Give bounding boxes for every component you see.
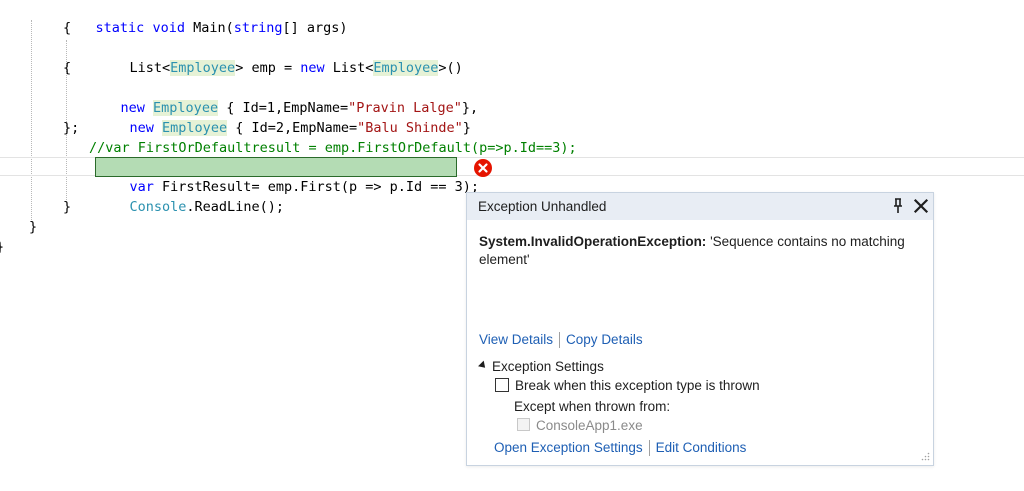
module-label: ConsoleApp1.exe xyxy=(536,418,643,433)
code-token: } xyxy=(29,219,38,235)
code-token: List< xyxy=(324,60,374,76)
code-token: }; xyxy=(63,120,80,136)
open-exception-settings-link[interactable]: Open Exception Settings xyxy=(494,440,643,455)
details-links: View Details Copy Details xyxy=(479,332,643,349)
break-when-thrown-checkbox[interactable] xyxy=(495,378,509,392)
code-token: } xyxy=(63,199,72,215)
code-token: Employee xyxy=(373,60,439,76)
code-token: [] args) xyxy=(282,20,348,36)
code-token: > emp = xyxy=(235,60,301,76)
code-line[interactable]: } xyxy=(63,197,71,217)
code-token: void xyxy=(152,20,185,36)
code-token: string xyxy=(233,20,283,36)
code-token: } xyxy=(462,120,471,136)
exception-message: System.InvalidOperationException: 'Seque… xyxy=(479,233,919,269)
code-token: new xyxy=(129,120,154,136)
code-token: new xyxy=(300,60,325,76)
settings-links: Open Exception Settings Edit Conditions xyxy=(494,440,747,457)
code-token: } xyxy=(0,239,4,255)
code-line[interactable]: { xyxy=(63,58,71,78)
view-details-link[interactable]: View Details xyxy=(479,332,553,347)
copy-details-link[interactable]: Copy Details xyxy=(566,332,643,347)
error-x-glyph xyxy=(478,163,488,173)
code-token: .ReadLine(); xyxy=(186,199,284,215)
code-token: static xyxy=(95,20,145,36)
link-separator xyxy=(559,332,561,349)
link-separator xyxy=(648,440,650,457)
code-line[interactable]: var FirstResult= emp.First(p => p.Id == … xyxy=(97,157,480,195)
module-option: ConsoleApp1.exe xyxy=(517,418,643,433)
exception-popup[interactable]: Exception Unhandled System.InvalidOperat… xyxy=(466,192,934,466)
error-icon[interactable] xyxy=(474,159,492,177)
code-line[interactable]: } xyxy=(29,217,37,237)
code-token: Console xyxy=(129,199,187,215)
popup-header: Exception Unhandled xyxy=(467,193,933,220)
code-token: "Balu Shinde" xyxy=(357,120,463,136)
code-line[interactable]: Console.ReadLine(); xyxy=(97,177,284,215)
code-token: >() xyxy=(438,60,463,76)
code-line[interactable]: static void Main(string[] args) xyxy=(63,0,348,36)
module-checkbox xyxy=(517,418,530,431)
code-token: { Id=2,EmpName= xyxy=(227,120,358,136)
code-line[interactable]: }; xyxy=(63,118,79,138)
close-icon[interactable] xyxy=(913,198,929,214)
pin-icon[interactable] xyxy=(891,198,905,214)
exception-type: System.InvalidOperationException: xyxy=(479,234,707,249)
code-token: Employee xyxy=(162,120,228,136)
code-token: Employee xyxy=(170,60,236,76)
code-token: //var FirstOrDefaultresult = emp.FirstOr… xyxy=(89,140,577,156)
popup-title: Exception Unhandled xyxy=(478,199,607,214)
code-token: Main( xyxy=(184,20,234,36)
code-line[interactable]: } xyxy=(0,237,4,257)
break-when-thrown-label: Break when this exception type is thrown xyxy=(515,378,760,393)
code-line[interactable]: new Employee { Id=2,EmpName="Balu Shinde… xyxy=(97,98,471,136)
except-when-thrown-label: Except when thrown from: xyxy=(514,399,671,414)
exception-settings-label: Exception Settings xyxy=(492,359,604,374)
edit-conditions-link[interactable]: Edit Conditions xyxy=(656,440,747,455)
code-line[interactable]: //var FirstOrDefaultresult = emp.FirstOr… xyxy=(89,138,577,158)
code-line[interactable]: { xyxy=(63,18,71,38)
code-line[interactable]: new Employee { Id=1,EmpName="Pravin Lalg… xyxy=(88,78,478,116)
code-token: { xyxy=(63,60,72,76)
expand-triangle-icon[interactable] xyxy=(478,361,488,371)
code-token: { xyxy=(63,20,72,36)
code-line[interactable]: List<Employee> emp = new List<Employee>(… xyxy=(97,38,463,76)
resize-grip-icon[interactable] xyxy=(920,452,930,462)
exception-settings-heading[interactable]: Exception Settings xyxy=(478,359,604,374)
indent-guide xyxy=(31,20,32,220)
break-when-thrown-option[interactable]: Break when this exception type is thrown xyxy=(495,378,760,393)
code-token: List< xyxy=(129,60,171,76)
